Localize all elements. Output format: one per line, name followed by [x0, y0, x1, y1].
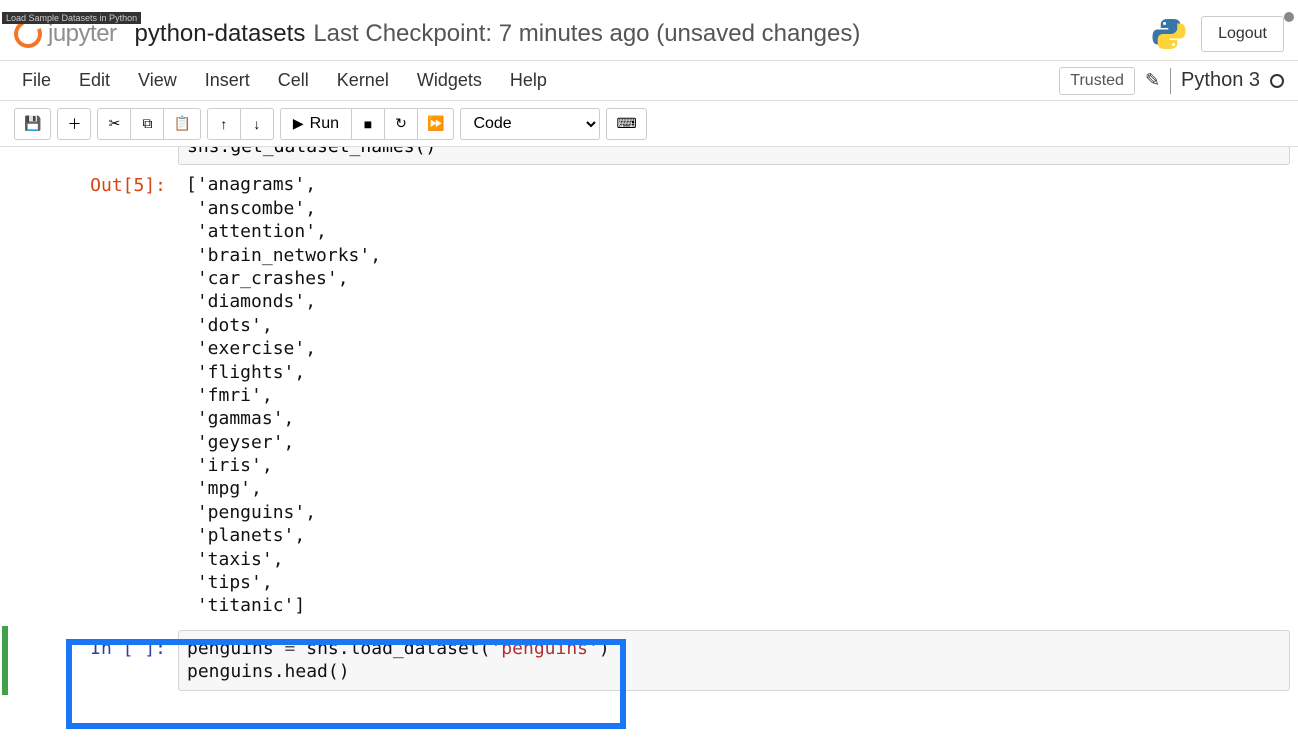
plus-icon: ＋ [67, 114, 81, 134]
play-icon: ▶ [293, 115, 304, 132]
browser-tab-title: Load Sample Datasets in Python [2, 12, 141, 24]
divider [1170, 68, 1171, 94]
run-label: Run [310, 115, 339, 133]
restart-button[interactable]: ↻ [384, 108, 418, 140]
menu-widgets[interactable]: Widgets [409, 62, 502, 99]
copy-icon: ⧉ [142, 115, 152, 132]
input-cell-partial: sns.get_dataset_names() [8, 147, 1290, 165]
menu-help[interactable]: Help [502, 62, 567, 99]
scissors-icon: ✂ [109, 115, 121, 132]
command-palette-button[interactable]: ⌨ [606, 108, 646, 140]
save-icon: 💾 [24, 115, 41, 132]
window-close-icon[interactable] [1284, 12, 1294, 22]
restart-icon: ↻ [395, 115, 407, 132]
header: jupyter python-datasets Last Checkpoint:… [0, 10, 1298, 61]
arrow-up-icon: ↑ [220, 116, 227, 132]
cut-button[interactable]: ✂ [97, 108, 131, 140]
cell-type-select[interactable]: Code [460, 108, 600, 140]
jupyter-logo[interactable]: jupyter [14, 20, 117, 48]
paste-button[interactable]: 📋 [163, 108, 200, 140]
toolbar: 💾 ＋ ✂ ⧉ 📋 ↑ ↓ ▶ Run ■ ↻ ⏩ Code ⌨ [0, 101, 1298, 147]
menu-insert[interactable]: Insert [197, 62, 270, 99]
logout-button[interactable]: Logout [1201, 16, 1284, 52]
run-button[interactable]: ▶ Run [280, 108, 352, 140]
copy-button[interactable]: ⧉ [130, 108, 164, 140]
restart-run-all-button[interactable]: ⏩ [417, 108, 454, 140]
output-text-5: ['anagrams', 'anscombe', 'attention', 'b… [178, 167, 1290, 623]
input-prompt-empty: In [ ]: [8, 630, 178, 691]
output-cell-5: Out[5]: ['anagrams', 'anscombe', 'attent… [8, 167, 1290, 623]
fast-forward-icon: ⏩ [427, 115, 444, 132]
trusted-badge[interactable]: Trusted [1059, 67, 1135, 95]
interrupt-button[interactable]: ■ [351, 108, 385, 140]
code-input-partial[interactable]: sns.get_dataset_names() [178, 147, 1290, 165]
add-cell-button[interactable]: ＋ [57, 108, 91, 140]
notebook-area: sns.get_dataset_names() Out[5]: ['anagra… [0, 147, 1298, 697]
menu-view[interactable]: View [130, 62, 197, 99]
input-cell-current[interactable]: In [ ]: penguins = sns.load_dataset('pen… [2, 626, 1290, 695]
kernel-name[interactable]: Python 3 [1181, 69, 1260, 92]
input-prompt-hidden [8, 147, 178, 165]
kernel-idle-icon [1270, 74, 1284, 88]
stop-icon: ■ [364, 116, 372, 132]
move-down-button[interactable]: ↓ [240, 108, 274, 140]
menu-file[interactable]: File [14, 62, 71, 99]
save-button[interactable]: 💾 [14, 108, 51, 140]
arrow-down-icon: ↓ [253, 116, 260, 132]
edit-icon[interactable]: ✎ [1145, 70, 1160, 91]
menu-edit[interactable]: Edit [71, 62, 130, 99]
move-up-button[interactable]: ↑ [207, 108, 241, 140]
checkpoint-status: Last Checkpoint: 7 minutes ago (unsaved … [313, 20, 860, 48]
output-prompt-5: Out[5]: [8, 167, 178, 623]
python-logo-icon [1151, 16, 1187, 52]
paste-icon: 📋 [173, 115, 190, 132]
code-input-current[interactable]: penguins = sns.load_dataset('penguins') … [178, 630, 1290, 691]
menu-kernel[interactable]: Kernel [329, 62, 409, 99]
keyboard-icon: ⌨ [616, 115, 636, 132]
notebook-name[interactable]: python-datasets [135, 20, 306, 48]
menu-cell[interactable]: Cell [270, 62, 329, 99]
jupyter-logo-text: jupyter [48, 20, 117, 48]
menubar: File Edit View Insert Cell Kernel Widget… [0, 61, 1298, 101]
